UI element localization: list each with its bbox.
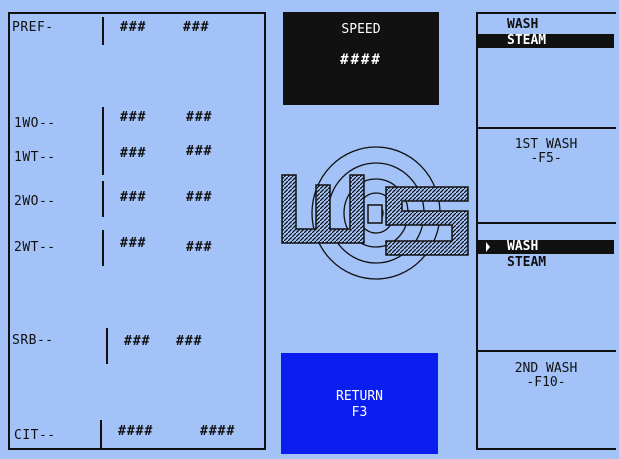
selection-arrow-icon	[486, 36, 490, 46]
1wt-label: 1WT--	[14, 150, 56, 165]
srb-label: SRB--	[12, 333, 54, 348]
pref-value-1: ###	[120, 20, 147, 35]
option-label: STEAM	[507, 33, 547, 48]
cit-label: CIT--	[14, 428, 56, 443]
divider	[102, 17, 104, 45]
first-wash-key: -F5-	[530, 151, 562, 166]
2wt-value-1: ###	[120, 236, 147, 251]
speed-display: SPEED ####	[283, 12, 439, 105]
divider	[478, 222, 616, 224]
parameters-panel	[8, 12, 266, 450]
1wo-label: 1WO--	[14, 116, 56, 131]
speed-value: ####	[340, 52, 382, 68]
2wo-value-2: ###	[186, 190, 213, 205]
divider	[102, 230, 104, 266]
speed-title: SPEED	[341, 22, 381, 37]
return-button[interactable]: RETURN F3	[281, 353, 438, 454]
first-wash-caption: 1ST WASH	[514, 137, 578, 152]
divider	[478, 127, 616, 129]
1wo-value-2: ###	[186, 110, 213, 125]
first-wash-option-steam[interactable]: STEAM	[478, 34, 614, 48]
second-wash-caption: 2ND WASH	[514, 361, 578, 376]
srb-value-2: ###	[176, 334, 203, 349]
option-label: STEAM	[507, 255, 547, 270]
first-wash-option-wash[interactable]: WASH	[478, 18, 614, 32]
divider	[102, 107, 104, 141]
pref-value-2: ###	[183, 20, 210, 35]
return-key-label: F3	[351, 405, 368, 420]
hmi-screen: PREF- ### ### 1WO-- ### ### 1WT-- ### ##…	[0, 0, 619, 459]
1wt-value-1: ###	[120, 146, 147, 161]
divider	[102, 141, 104, 175]
second-wash-option-wash[interactable]: WASH	[478, 240, 614, 254]
option-label: WASH	[507, 17, 539, 32]
option-label: WASH	[507, 239, 539, 254]
2wo-value-1: ###	[120, 190, 147, 205]
1wt-value-2: ###	[186, 144, 213, 159]
cit-value-2: ####	[200, 424, 236, 439]
second-wash-key: -F10-	[526, 375, 566, 390]
2wt-label: 2WT--	[14, 240, 56, 255]
divider	[102, 181, 104, 217]
2wo-label: 2WO--	[14, 194, 56, 209]
selection-arrow-icon	[486, 242, 490, 252]
second-wash-option-steam[interactable]: STEAM	[478, 256, 614, 270]
cit-value-1: ####	[118, 424, 154, 439]
divider	[478, 350, 616, 352]
divider	[100, 420, 102, 450]
1wo-value-1: ###	[120, 110, 147, 125]
pref-label: PREF-	[12, 20, 54, 35]
company-logo	[281, 146, 469, 280]
divider	[106, 328, 108, 364]
2wt-value-2: ###	[186, 240, 213, 255]
srb-value-1: ###	[124, 334, 151, 349]
return-label: RETURN	[336, 389, 383, 404]
